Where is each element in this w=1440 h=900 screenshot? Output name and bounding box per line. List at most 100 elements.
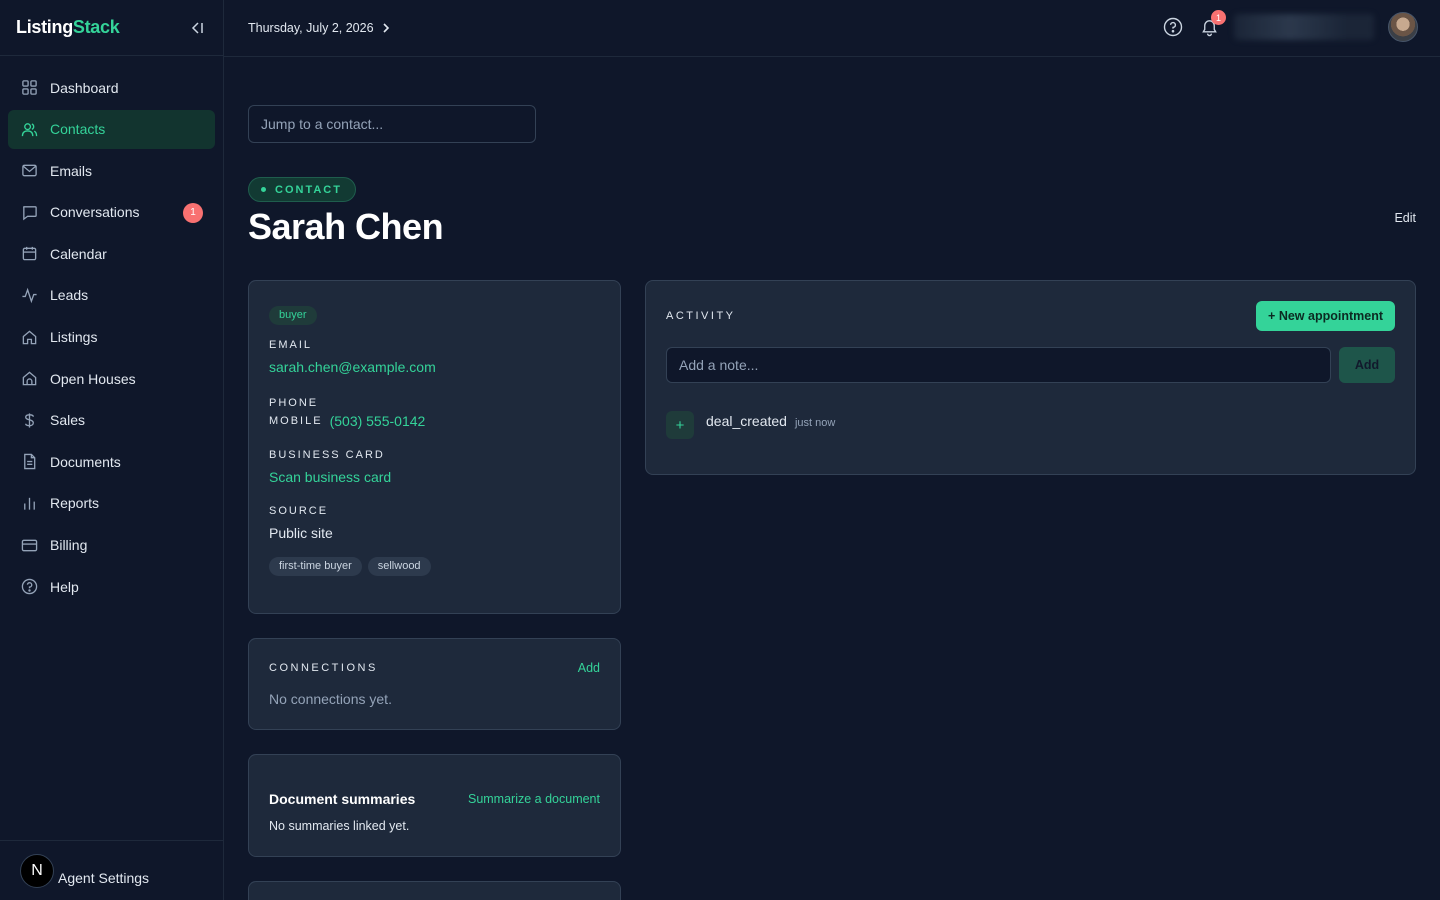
sidebar-nav: Dashboard Contacts Emails Conversations … [0, 56, 223, 621]
sidebar-item-help[interactable]: Help [8, 567, 215, 606]
sidebar-item-label: Help [50, 578, 79, 595]
add-connection-button[interactable]: Add [578, 661, 600, 675]
sidebar-item-label: Emails [50, 162, 93, 179]
agent-settings-label[interactable]: Agent Settings [58, 870, 149, 886]
pill-label: CONTACT [275, 183, 342, 196]
plus-icon: + [666, 411, 694, 439]
bell-icon[interactable]: 1 [1198, 10, 1226, 38]
activity-icon [20, 286, 38, 304]
sidebar-item-conversations[interactable]: Conversations 1 [8, 193, 215, 232]
mail-icon [20, 162, 38, 180]
phone-row: MOBILE (503) 555-0142 [269, 413, 600, 429]
user-name-redacted[interactable] [1234, 14, 1374, 40]
activity-time: just now [794, 417, 836, 429]
sidebar-item-contacts[interactable]: Contacts [8, 109, 215, 149]
source-label: SOURCE [269, 504, 329, 517]
sidebar-item-leads[interactable]: Leads [8, 276, 215, 315]
connections-header: CONNECTIONS Add [269, 661, 600, 675]
calendar-icon [20, 245, 38, 263]
connections-label: CONNECTIONS [269, 662, 378, 674]
sidebar-item-dashboard[interactable]: Dashboard [8, 68, 215, 107]
phone-label: PHONE [269, 396, 319, 409]
connections-empty-text: No connections yet. [269, 691, 392, 707]
add-note-input[interactable] [666, 347, 1331, 383]
email-label: EMAIL [269, 338, 313, 351]
credit-card-icon [20, 536, 38, 554]
documents-empty-text: No summaries linked yet. [269, 819, 410, 833]
contact-details-card: buyer EMAIL sarah.chen@example.com PHONE… [248, 280, 621, 614]
sidebar-item-label: Leads [50, 287, 89, 304]
contact-type-pill: CONTACT [248, 177, 356, 202]
sidebar-item-label: Conversations [50, 204, 140, 221]
page-title: Sarah Chen [248, 206, 444, 247]
sidebar-item-label: Contacts [50, 121, 106, 138]
help-icon[interactable] [1162, 16, 1184, 38]
activity-text: deal_created just now [706, 413, 835, 429]
contact-detail-page: CONTACT Sarah Chen Edit buyer EMAIL sara… [248, 57, 1416, 900]
edit-button[interactable]: Edit [1394, 211, 1416, 225]
scan-business-card-link[interactable]: Scan business card [269, 469, 600, 485]
note-row: Add [666, 347, 1395, 383]
sidebar-item-label: Documents [50, 453, 121, 470]
top-bar: Thursday, July 2, 2026 1 [224, 0, 1440, 57]
contact-type-tag: buyer [269, 305, 317, 325]
sidebar-item-reports[interactable]: Reports [8, 484, 215, 523]
top-right-controls: 1 [1162, 10, 1418, 42]
sidebar-item-documents[interactable]: Documents [8, 442, 215, 481]
jump-to-contact-input[interactable] [248, 105, 536, 143]
phone-kind-label: MOBILE [269, 414, 323, 427]
business-card-label: BUSINESS CARD [269, 448, 385, 461]
sidebar-item-label: Billing [50, 537, 88, 554]
add-note-button[interactable]: Add [1339, 347, 1395, 383]
dashboard-icon [20, 79, 38, 97]
sidebar-item-billing[interactable]: Billing [8, 526, 215, 565]
sidebar-item-label: Reports [50, 495, 100, 512]
next-card [248, 881, 621, 900]
bar-chart-icon [20, 494, 38, 512]
activity-label: ACTIVITY [666, 310, 736, 322]
activity-item: + deal_created just now [666, 411, 1395, 439]
agent-avatar[interactable]: N [20, 853, 54, 888]
phone-link[interactable]: (503) 555-0142 [330, 413, 426, 429]
status-dot [261, 187, 266, 192]
activity-header: ACTIVITY + New appointment [666, 301, 1395, 331]
email-link[interactable]: sarah.chen@example.com [269, 359, 600, 375]
notification-badge: 1 [1211, 10, 1226, 25]
chevron-right-icon[interactable] [380, 22, 392, 34]
tag-chip[interactable]: first-time buyer [269, 556, 362, 576]
documents-header: Document summaries Summarize a document [269, 791, 600, 807]
new-appointment-button[interactable]: + New appointment [1256, 301, 1395, 331]
users-icon [20, 120, 38, 138]
document-summaries-card: Document summaries Summarize a document … [248, 754, 621, 857]
open-house-icon [20, 370, 38, 388]
activity-card: ACTIVITY + New appointment Add + deal_cr… [645, 280, 1416, 475]
help-circle-icon [20, 578, 38, 596]
sidebar-item-label: Listings [50, 329, 98, 346]
summarize-document-button[interactable]: Summarize a document [468, 792, 600, 806]
user-avatar[interactable] [1388, 12, 1418, 42]
tags-row: first-time buyer sellwood [269, 556, 600, 576]
sidebar-item-sales[interactable]: Sales [8, 401, 215, 440]
agent-settings[interactable]: N Agent Settings [0, 840, 223, 900]
dollar-icon [20, 411, 38, 429]
document-icon [20, 453, 38, 471]
current-date: Thursday, July 2, 2026 [248, 21, 374, 35]
sidebar-item-label: Calendar [50, 245, 107, 262]
sidebar-item-calendar[interactable]: Calendar [8, 234, 215, 273]
sidebar-item-label: Sales [50, 412, 86, 429]
sidebar-item-emails[interactable]: Emails [8, 151, 215, 190]
chat-icon [20, 203, 38, 221]
sidebar-item-open-houses[interactable]: Open Houses [8, 359, 215, 398]
conversations-badge: 1 [183, 202, 203, 223]
sidebar-item-label: Open Houses [50, 370, 136, 387]
sidebar-item-label: Dashboard [50, 79, 119, 96]
brand-header: ListingStack [0, 0, 223, 56]
brand-logo[interactable]: ListingStack [16, 17, 120, 38]
activity-event: deal_created [706, 413, 787, 429]
home-icon [20, 328, 38, 346]
source-value: Public site [269, 524, 333, 541]
collapse-sidebar-icon[interactable] [187, 18, 207, 38]
tag-chip[interactable]: sellwood [367, 556, 431, 576]
sidebar-item-listings[interactable]: Listings [8, 318, 215, 357]
connections-card: CONNECTIONS Add No connections yet. [248, 638, 621, 730]
